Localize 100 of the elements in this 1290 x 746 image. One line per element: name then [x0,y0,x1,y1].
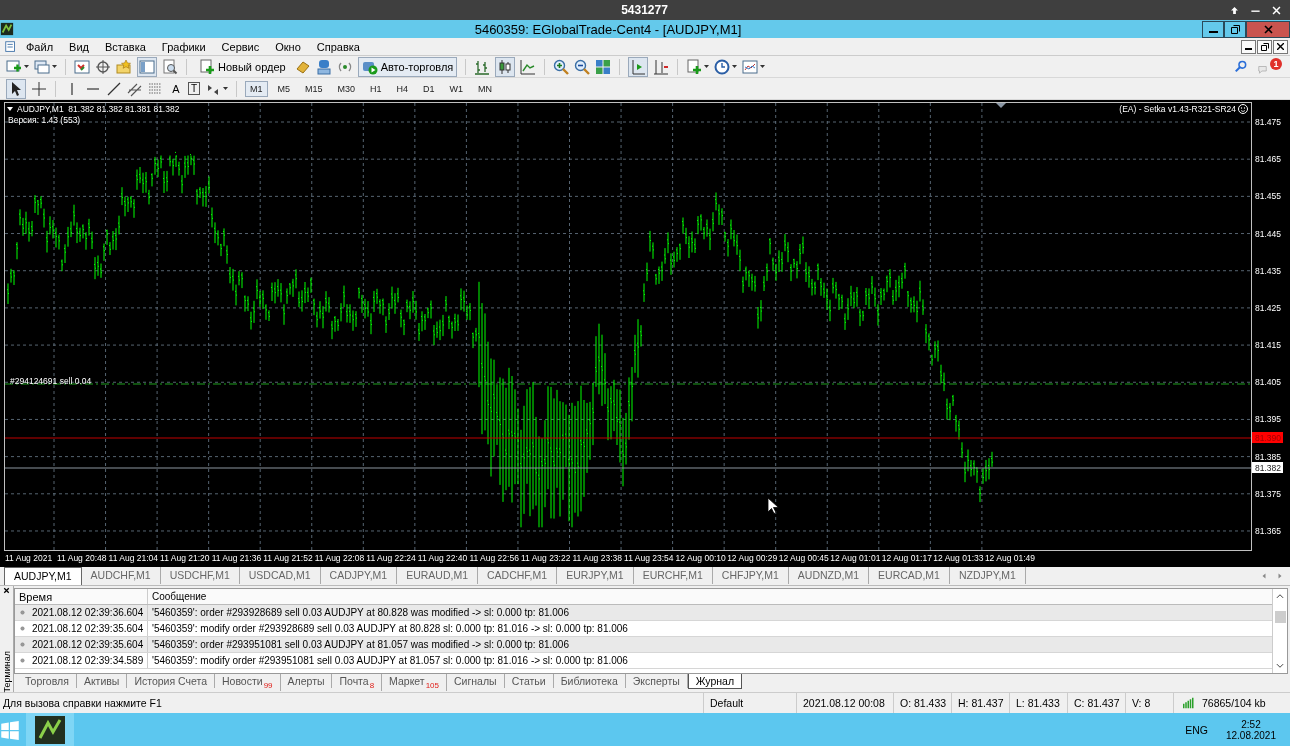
menu-item[interactable]: Вставка [96,40,154,53]
timeframe-button[interactable]: W1 [444,80,469,97]
chart-tab[interactable]: CHFJPY,M1 [712,567,789,584]
terminal-tab[interactable]: Библиотека [553,674,626,688]
close-button[interactable] [1273,39,1288,54]
magnifier-document-icon[interactable] [162,58,178,75]
chart-tab[interactable]: AUDJPY,M1 [4,567,82,585]
terminal-tab[interactable]: История Счета [127,674,215,688]
timeframe-button[interactable]: MN [473,80,498,97]
minimize-button[interactable] [1202,20,1224,38]
taskbar-app-button[interactable] [26,713,74,746]
autoscroll-icon[interactable] [628,56,649,77]
zoom-in-icon[interactable] [553,58,570,75]
label-tool[interactable]: T [188,82,200,95]
chart-shift-button-icon[interactable] [653,58,670,75]
caret-icon[interactable] [704,65,710,68]
document-menu-icon[interactable] [4,39,18,54]
scroll-right-icon[interactable] [1276,572,1284,580]
search-icon[interactable] [1234,59,1248,74]
scroll-left-icon[interactable] [1260,572,1268,580]
chart-shift-icon[interactable] [996,103,1006,108]
trendline-icon[interactable] [106,80,122,97]
restore-button[interactable] [1224,20,1246,38]
crosshair-icon[interactable] [95,58,111,75]
timeframe-button[interactable]: M5 [272,80,296,97]
star-folder-icon[interactable] [116,58,132,75]
chart-tab[interactable]: EURAUD,M1 [397,567,479,584]
terminal-tab[interactable]: Новости$_{99}$ [215,674,281,692]
menu-item[interactable]: Вид [61,40,97,53]
chart-tab[interactable]: EURCHF,M1 [633,567,713,584]
candlestick-icon[interactable] [495,56,516,77]
menu-item[interactable]: Файл [18,40,62,53]
close-icon[interactable] [2,586,11,595]
column-header[interactable]: Время [15,589,148,604]
timeframe-button[interactable]: D1 [418,80,440,97]
timeframe-button[interactable]: M15 [300,80,328,97]
indicator-plus-icon[interactable] [686,58,703,75]
chart-tab[interactable]: AUDNZD,M1 [788,567,870,584]
market-window-icon[interactable] [74,58,90,75]
panel-window-icon[interactable] [137,56,157,77]
terminal-tab[interactable]: Сигналы [447,674,505,688]
scrollbar-thumb[interactable] [1274,611,1286,623]
scroll-up-icon[interactable] [1275,591,1285,601]
crosshair-icon[interactable] [31,80,47,97]
chart-plus-icon[interactable] [6,58,22,75]
up-arrow-icon[interactable] [1229,4,1240,16]
menu-item[interactable]: Справка [308,40,368,53]
log-dot-icon[interactable] [19,657,26,664]
caret-icon[interactable] [52,65,57,68]
chart-tab[interactable]: CADCHF,M1 [478,567,558,584]
timeframe-button[interactable]: H1 [365,80,387,97]
app-logo-icon[interactable] [0,22,14,36]
chart-tab[interactable]: NZDJPY,M1 [949,567,1026,584]
terminal-tab[interactable]: Статьи [504,674,554,688]
terminal-tab[interactable]: Алерты [280,674,333,688]
pointer-icon[interactable] [6,78,26,99]
log-dot-icon[interactable] [19,625,26,632]
chart-tab[interactable]: EURJPY,M1 [557,567,634,584]
chart-tab[interactable]: USDCAD,M1 [239,567,321,584]
menu-item[interactable]: Окно [267,40,309,53]
triangle-icon[interactable] [7,107,13,111]
language-indicator[interactable]: ENG [1185,723,1208,736]
document-plus-icon[interactable] [199,58,215,75]
chart-tab[interactable]: USDCHF,M1 [160,567,240,584]
menu-item[interactable]: Сервис [213,40,268,53]
timeframe-button[interactable]: M1 [245,80,268,97]
close-button[interactable] [1246,20,1290,38]
minimize-button[interactable] [1241,39,1256,54]
template-icon[interactable] [742,58,759,75]
terminal-tab[interactable]: Активы [76,674,128,688]
timeframe-button[interactable]: H4 [391,80,414,97]
column-header[interactable]: Сообщение [148,591,207,602]
timeframe-button[interactable]: M30 [332,80,361,97]
text-tool[interactable]: A [169,82,183,95]
caret-icon[interactable] [760,65,766,68]
chart-tab[interactable]: CADJPY,M1 [320,567,398,584]
terminal-tab[interactable]: Журнал [687,674,743,689]
menu-item[interactable]: Графики [153,40,214,53]
scroll-down-icon[interactable] [1275,661,1285,671]
terminal-tab[interactable]: Торговля [18,674,77,688]
caret-icon[interactable] [223,87,228,90]
terminal-tab[interactable]: Почта$_{8}$ [332,674,383,692]
caret-icon[interactable] [732,65,738,68]
tile-windows-icon[interactable] [595,58,612,75]
caret-icon[interactable] [24,65,29,68]
start-icon[interactable] [0,719,20,740]
restore-button[interactable] [1257,39,1272,54]
log-dot-icon[interactable] [19,609,26,616]
chart-tab[interactable]: EURCAD,M1 [869,567,950,584]
terminal-tab[interactable]: Маркет$_{105}$ [382,674,448,692]
clock-icon[interactable] [714,58,731,75]
auto-trading-button[interactable]: Авто-торговля [357,56,458,77]
log-dot-icon[interactable] [19,641,26,648]
new-order-button[interactable]: Новый ордер [195,56,290,77]
line-chart-icon[interactable] [520,58,537,75]
zoom-out-icon[interactable] [574,58,591,75]
table-cell-text: '5460359': order #293928689 sell 0.03 AUDJPY at 80.828 was modified -> sl: 0.000 tp: 81.006 [151,607,569,618]
terminal-tab[interactable]: Эксперты [625,674,688,688]
bar-chart-icon[interactable] [474,58,491,75]
chart-tab[interactable]: AUDCHF,M1 [81,567,161,584]
